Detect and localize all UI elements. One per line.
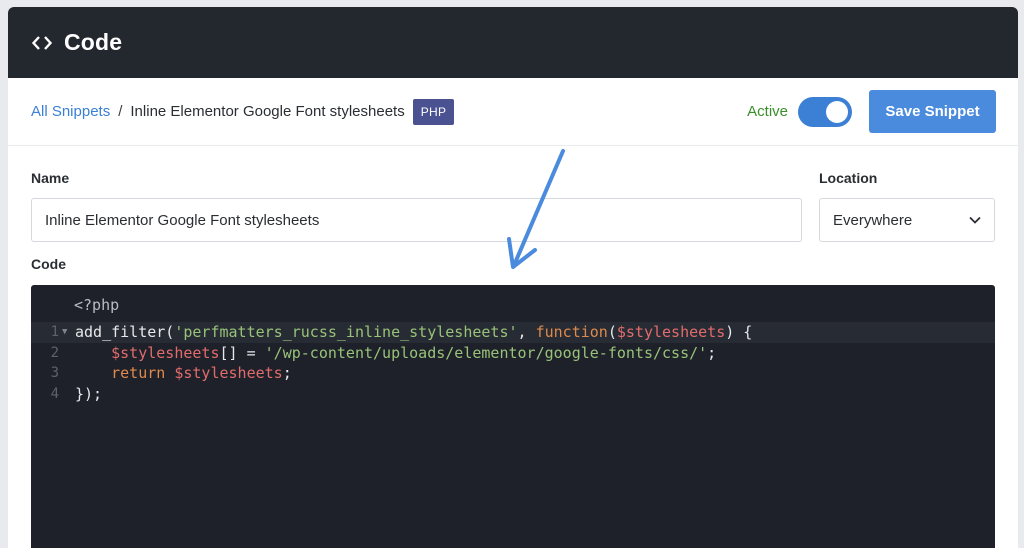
chevron-down-icon xyxy=(969,216,981,224)
code-token: add_filter( xyxy=(75,323,175,342)
language-badge: PHP xyxy=(412,98,455,125)
code-line[interactable]: 1 ▼ add_filter('perfmatters_rucss_inline_s… xyxy=(31,322,995,343)
code-token: ) { xyxy=(725,323,753,342)
line-number: 1 xyxy=(50,324,59,341)
name-input[interactable] xyxy=(31,198,802,242)
snippet-editor-window: Code All Snippets / Inline Elementor Goo… xyxy=(8,7,1018,548)
code-token: $stylesheets xyxy=(616,323,726,342)
code-token: ; xyxy=(282,364,292,383)
snippet-toolbar: All Snippets / Inline Elementor Google F… xyxy=(8,78,1018,146)
line-code: $stylesheets[] = '/wp-content/uploads/el… xyxy=(75,344,716,362)
code-token: ; xyxy=(707,343,717,362)
location-selected-value: Everywhere xyxy=(833,211,913,229)
name-label: Name xyxy=(31,170,70,186)
code-token: $stylesheets xyxy=(111,343,220,362)
header-bar: Code xyxy=(8,7,1018,78)
code-token: }); xyxy=(75,384,103,403)
active-toggle[interactable] xyxy=(798,96,852,127)
breadcrumb-all-snippets-link[interactable]: All Snippets xyxy=(31,103,110,120)
code-line[interactable]: 4}); xyxy=(31,384,995,405)
code-brackets-icon xyxy=(32,33,52,53)
active-status-label: Active xyxy=(747,103,788,120)
toggle-knob xyxy=(826,100,848,123)
code-token: function xyxy=(535,323,608,342)
code-token: ( xyxy=(607,323,617,342)
breadcrumb-separator: / xyxy=(118,103,123,120)
code-line[interactable]: 2 $stylesheets[] = '/wp-content/uploads/… xyxy=(31,343,995,364)
line-gutter: 4 xyxy=(31,386,75,402)
code-editor[interactable]: <?php 1 ▼ add_filter('perfmatters_rucss_in… xyxy=(31,285,995,548)
line-code: }); xyxy=(75,385,102,403)
line-code: return $stylesheets; xyxy=(75,364,292,382)
code-token: return xyxy=(111,364,166,383)
line-code: add_filter('perfmatters_rucss_inline_sty… xyxy=(75,323,752,341)
line-number: 4 xyxy=(50,385,59,402)
code-token: , xyxy=(517,323,536,342)
fold-arrow-icon[interactable]: ▼ xyxy=(59,327,73,337)
code-token: '/wp-content/uploads/elementor/google-fo… xyxy=(264,343,708,362)
line-gutter: 1 ▼ xyxy=(31,324,75,340)
line-gutter: 3 xyxy=(31,365,75,381)
page-title: Code xyxy=(64,29,123,55)
location-select[interactable]: Everywhere xyxy=(819,198,995,242)
line-number: 2 xyxy=(50,344,59,361)
line-gutter: 2 xyxy=(31,345,75,361)
location-label: Location xyxy=(819,170,878,186)
code-token: $stylesheets xyxy=(174,364,283,383)
php-open-tag: <?php xyxy=(74,296,120,314)
code-lines: 1 ▼ add_filter('perfmatters_rucss_inline_s… xyxy=(31,322,995,404)
code-token: [] = xyxy=(219,343,265,362)
line-number: 3 xyxy=(50,365,59,382)
save-snippet-button[interactable]: Save Snippet xyxy=(869,90,996,133)
code-line[interactable]: 3 return $stylesheets; xyxy=(31,363,995,384)
breadcrumb-current-snippet: Inline Elementor Google Font stylesheets xyxy=(130,103,405,120)
toolbar-actions: Active Save Snippet xyxy=(747,90,996,133)
code-token: 'perfmatters_rucss_inline_stylesheets' xyxy=(174,323,518,342)
code-label: Code xyxy=(31,256,66,272)
